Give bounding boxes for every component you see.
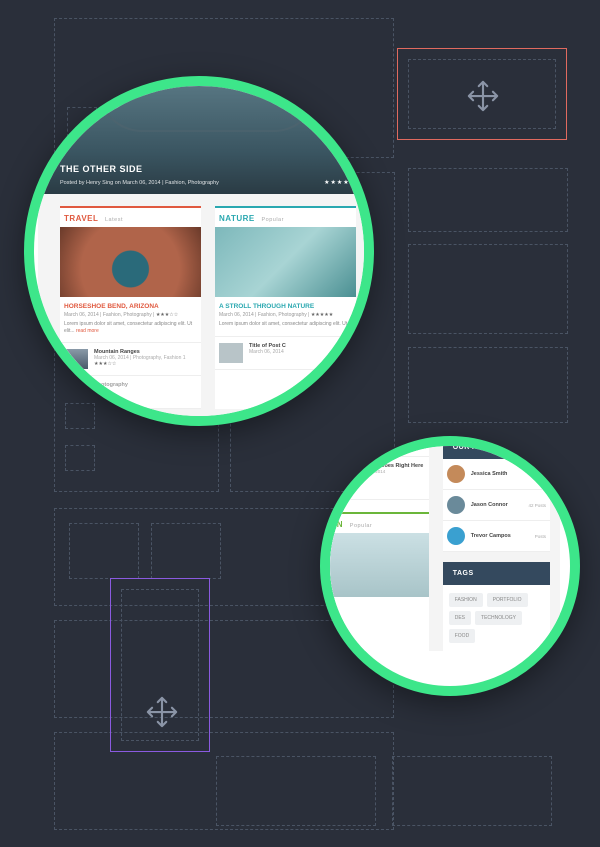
subpost-row[interactable]: Title of Post C March 06, 2014 <box>215 337 356 370</box>
thumbnail <box>64 382 88 402</box>
author-row[interactable]: Trevor Campos Posts <box>443 521 550 552</box>
carousel-next-icon[interactable]: › <box>336 473 346 483</box>
subpost-meta: March 06, 2014 <box>249 349 286 355</box>
nature-card-image[interactable] <box>215 227 356 297</box>
section-label: NATURE <box>219 214 255 223</box>
wireframe-block-b2 <box>392 756 552 826</box>
section-heading-travel: TRAVEL Latest <box>60 206 201 227</box>
tags-container: FASHION PORTFOLIO DES TECHNOLOGYFOOD <box>443 585 550 651</box>
tag[interactable]: TECHNOLOGY <box>475 611 522 625</box>
author-post-count: Posts <box>535 534 546 539</box>
tag[interactable]: FOOD <box>449 629 475 643</box>
minipost-meta: March 06, 2014 <box>354 469 423 474</box>
preview-lens-large: THE OTHER SIDE Posted by Henry Sing on M… <box>24 76 374 426</box>
card-meta: March 06, 2014 | Fashion, Photography | <box>219 312 309 318</box>
section-label: TRAVEL <box>64 214 98 223</box>
nature-card-title[interactable]: A STROLL THROUGH NATURE <box>219 303 352 310</box>
avatar <box>447 527 465 545</box>
hero-meta: Posted by Henry Sing on March 06, 2014 |… <box>60 180 219 186</box>
card-meta: March 06, 2014 | Fashion, Photography | <box>64 312 154 318</box>
author-row[interactable]: Jessica Smith 11 Posts <box>443 459 550 490</box>
avatar <box>447 496 465 514</box>
wireframe-side-1 <box>408 168 568 232</box>
tag[interactable]: FASHION <box>449 593 483 607</box>
author-name: Jessica Smith <box>471 471 508 477</box>
tag[interactable]: PORTFOLIO <box>487 593 528 607</box>
avatar <box>447 465 465 483</box>
wireframe-drop-target-purple[interactable] <box>110 578 210 752</box>
subpost-title: Title of Post C <box>249 343 286 349</box>
rating-stars: ★★★☆☆ <box>94 361 186 367</box>
subpost-row[interactable]: Photography <box>60 376 201 409</box>
sidebar-title-authors: OUR AUTHORS <box>443 436 550 459</box>
travel-card-title[interactable]: HORSESHOE BEND, ARIZONA <box>64 303 197 310</box>
hero-rating-stars: ★★★★★ <box>324 179 356 186</box>
wireframe-inner <box>69 523 139 579</box>
fashion-card-image[interactable]: POST <box>320 533 429 597</box>
author-row[interactable]: Jason Connor 42 Posts <box>443 490 550 521</box>
thumbnail <box>64 349 88 369</box>
section-sublabel: Latest <box>105 217 123 223</box>
wireframe-side-2 <box>408 244 568 334</box>
preview-lens-small: › Post Title Goes Right Here March 06, 2… <box>320 436 580 696</box>
subpost-row[interactable]: Mountain Ranges March 06, 2014 | Photogr… <box>60 343 201 376</box>
section-sublabel: Popular <box>261 217 283 223</box>
author-post-count: 42 Posts <box>528 503 546 508</box>
section-sublabel: Popular <box>350 523 372 529</box>
bridge-illustration <box>98 88 318 132</box>
read-more-link[interactable]: read more <box>76 328 99 334</box>
rating-stars: ★★★★★ <box>311 312 333 318</box>
wireframe-inner <box>65 445 95 471</box>
wireframe-block-b1 <box>216 756 376 826</box>
hero-banner: THE OTHER SIDE Posted by Henry Sing on M… <box>38 76 374 194</box>
section-nature: NATURE Popular A STROLL THROUGH NATURE M… <box>215 206 356 409</box>
section-heading-nature: NATURE Popular <box>215 206 356 227</box>
travel-card-image[interactable] <box>60 227 201 297</box>
tag[interactable]: DES <box>449 611 471 625</box>
section-travel: TRAVEL Latest HORSESHOE BEND, ARIZONA Ma… <box>60 206 201 409</box>
minipost-row[interactable]: › Post Title Goes Right Here March 06, 2… <box>320 456 429 500</box>
author-post-count: 11 Posts <box>529 472 546 477</box>
card-excerpt: Lorem ipsum dolor sit amet, consectetur … <box>219 321 352 328</box>
wireframe-inner <box>151 523 221 579</box>
rating-stars: ★★★☆☆ <box>156 312 178 318</box>
wireframe-side-3 <box>408 347 568 423</box>
subpost-title: Photography <box>94 382 128 388</box>
move-icon <box>145 695 179 729</box>
wireframe-drop-target-red[interactable] <box>397 48 567 140</box>
sidebar-title-tags: TAGS <box>443 562 550 585</box>
hero-title: THE OTHER SIDE <box>60 164 143 174</box>
author-name: Jason Connor <box>471 502 508 508</box>
section-heading-fashion: FASHION Popular <box>320 512 429 533</box>
thumbnail <box>219 343 243 363</box>
move-icon <box>466 79 500 113</box>
author-name: Trevor Campos <box>471 533 511 539</box>
